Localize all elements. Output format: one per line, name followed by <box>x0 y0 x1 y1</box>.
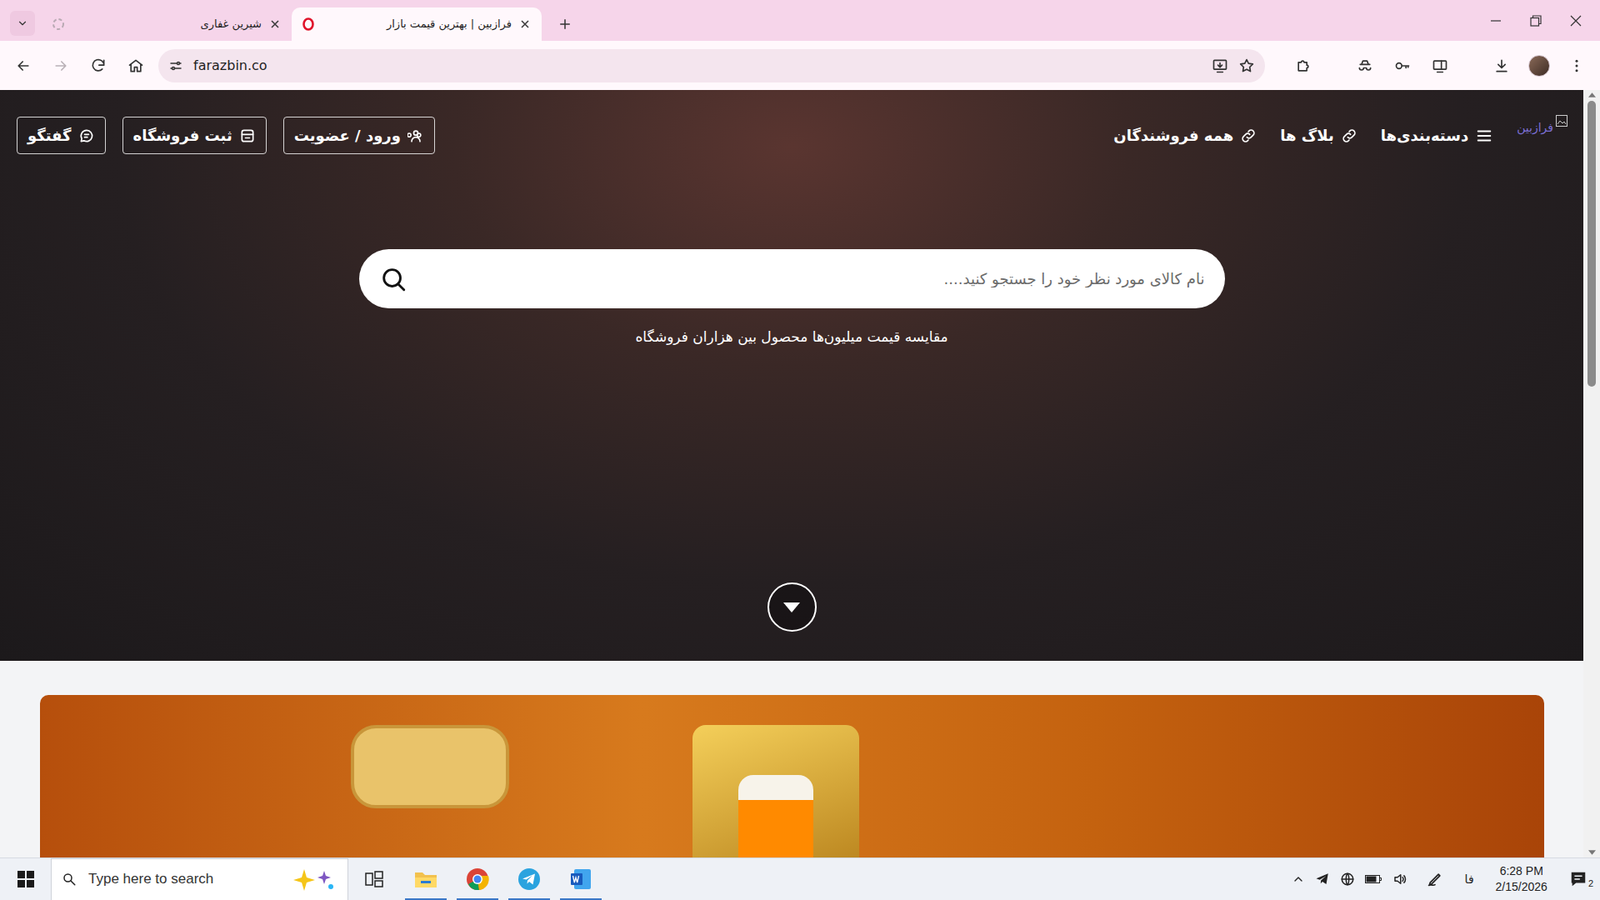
search-icon[interactable] <box>379 265 408 294</box>
browser-tab[interactable]: فرازبین | بهترین قیمت بازار <box>291 7 542 41</box>
page-viewport: فرازبین دسته‌بندی‌ها بلاگ ها همه فروشندگان و… <box>0 90 1584 858</box>
promo-banner[interactable] <box>40 695 1545 858</box>
tab-title: شیرین غفاری <box>71 15 262 33</box>
search-icon <box>61 871 77 887</box>
task-view-icon <box>365 870 384 888</box>
scroll-up-icon[interactable] <box>1588 92 1596 98</box>
hero: فرازبین دسته‌بندی‌ها بلاگ ها همه فروشندگان و… <box>0 90 1584 661</box>
file-explorer-button[interactable] <box>400 858 452 900</box>
notification-icon <box>1569 870 1588 889</box>
link-icon <box>1340 127 1358 145</box>
address-text[interactable]: farazbin.co <box>193 55 1202 76</box>
minimize-icon[interactable] <box>1490 15 1502 27</box>
chrome-button[interactable] <box>451 858 504 900</box>
search-highlight-icon <box>287 865 338 893</box>
pen-icon[interactable] <box>1426 870 1444 888</box>
nav-link[interactable]: دسته‌بندی‌ها <box>1380 124 1494 147</box>
downloads-button[interactable] <box>1486 50 1517 81</box>
install-app-icon[interactable] <box>1211 57 1229 75</box>
tab-strip: شیرین غفاری فرازبین | بهترین قیمت بازار <box>0 0 1600 41</box>
puzzle-icon <box>1295 57 1312 75</box>
home-icon <box>127 57 145 75</box>
nav-link[interactable]: بلاگ ها <box>1280 124 1357 147</box>
side-panel-icon <box>1431 57 1449 75</box>
task-view-button[interactable] <box>348 858 400 900</box>
new-tab-button[interactable] <box>551 10 579 38</box>
restore-icon[interactable] <box>1530 15 1542 27</box>
clock[interactable]: 6:28 PM2/15/2026 <box>1495 863 1548 895</box>
notification-center[interactable]: 2 <box>1569 870 1594 889</box>
key-icon <box>1394 57 1411 75</box>
chat-icon <box>78 127 95 145</box>
taskbar: Type here to search فا 6:28 PM2/15/2026 2 <box>0 857 1600 900</box>
telegram-button[interactable] <box>503 858 555 900</box>
bookmark-star-icon[interactable] <box>1238 57 1255 75</box>
word-button[interactable] <box>555 858 607 900</box>
tagline: مقایسه قیمت میلیون‌ها محصول بین هزاران ف… <box>635 326 948 349</box>
scrollbar-thumb[interactable] <box>1587 100 1596 387</box>
header-button[interactable]: ورود / عضویت <box>283 116 435 155</box>
extensions-button[interactable] <box>1288 50 1319 81</box>
globe-icon[interactable] <box>1340 871 1355 887</box>
battery-icon[interactable] <box>1365 873 1382 885</box>
scroll-down-icon[interactable] <box>1588 850 1596 855</box>
scrollbar[interactable] <box>1583 90 1600 858</box>
search-input[interactable] <box>420 267 1205 290</box>
extension-button[interactable] <box>1350 50 1380 81</box>
kebab-menu-icon <box>1568 57 1585 75</box>
home-button[interactable] <box>120 50 151 81</box>
omnibox[interactable]: farazbin.co <box>158 49 1265 83</box>
header-button[interactable]: ثبت فروشگاه <box>122 116 267 155</box>
notification-count: 2 <box>1588 879 1594 889</box>
forward-arrow-icon <box>52 57 70 75</box>
extension-icon <box>1356 57 1374 75</box>
back-button[interactable] <box>8 50 39 81</box>
link-icon <box>1240 127 1257 145</box>
back-arrow-icon <box>15 57 32 75</box>
passwords-button[interactable] <box>1387 50 1418 81</box>
page-favicon-icon <box>51 17 65 31</box>
close-tab-icon[interactable] <box>268 17 282 31</box>
chevron-down-icon <box>16 17 29 30</box>
telegram-icon <box>517 867 541 891</box>
broken-image-icon <box>1555 114 1569 128</box>
plus-icon <box>557 16 573 32</box>
site-info-icon[interactable] <box>168 58 184 74</box>
chrome-icon <box>465 867 490 891</box>
profile-avatar[interactable] <box>1528 55 1550 77</box>
site-logo[interactable]: فرازبین <box>1516 114 1569 137</box>
caret-down-icon <box>782 601 801 614</box>
system-tray: فا 6:28 PM2/15/2026 2 <box>1291 863 1600 895</box>
reload-button[interactable] <box>83 50 114 81</box>
taskbar-search[interactable]: Type here to search <box>50 858 349 900</box>
start-button[interactable] <box>0 858 51 900</box>
word-icon <box>569 867 593 891</box>
browser-tab[interactable]: شیرین غفاری <box>41 7 292 41</box>
nav-link[interactable]: همه فروشندگان <box>1113 124 1257 147</box>
site-header: فرازبین دسته‌بندی‌ها بلاگ ها همه فروشندگان و… <box>0 90 1584 157</box>
reading-mode-button[interactable] <box>1425 50 1455 81</box>
browser-toolbar: farazbin.co <box>0 40 1600 90</box>
windows-logo-icon <box>17 870 35 888</box>
users-icon <box>407 127 425 145</box>
header-button[interactable]: گفتگو <box>16 116 106 155</box>
speaker-icon[interactable] <box>1391 871 1409 887</box>
close-tab-icon[interactable] <box>518 17 532 31</box>
chrome-menu-button[interactable] <box>1561 50 1592 81</box>
opera-favicon-icon <box>301 17 315 31</box>
folder-icon <box>414 869 438 890</box>
tab-search-button[interactable] <box>10 10 35 36</box>
input-language[interactable]: فا <box>1465 870 1475 889</box>
search-bar[interactable] <box>359 249 1225 309</box>
download-icon <box>1493 57 1510 75</box>
list-menu-icon <box>1475 126 1494 145</box>
reload-icon <box>90 57 107 75</box>
store-icon <box>239 127 256 145</box>
scroll-down-button[interactable] <box>767 582 817 632</box>
chevron-up-icon[interactable] <box>1291 872 1305 886</box>
close-window-icon[interactable] <box>1570 15 1582 27</box>
tab-title: فرازبین | بهترین قیمت بازار <box>321 15 512 33</box>
telegram-tray-icon[interactable] <box>1315 871 1330 887</box>
forward-button[interactable] <box>45 50 76 81</box>
